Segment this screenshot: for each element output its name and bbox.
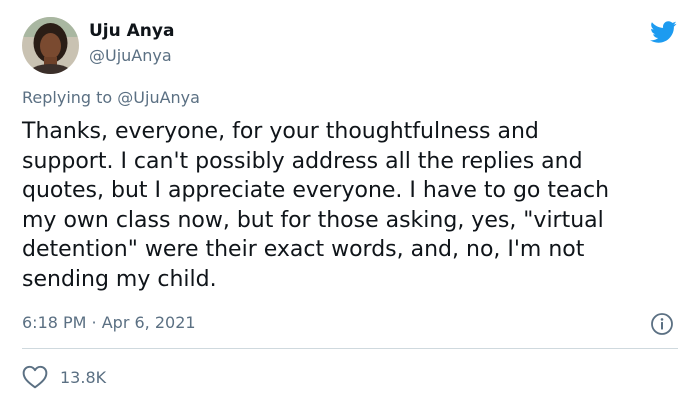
info-icon[interactable] xyxy=(650,312,674,336)
replying-to-prefix: Replying to xyxy=(22,88,118,107)
tweet-timestamp[interactable]: 6:18 PM · Apr 6, 2021 xyxy=(22,313,196,332)
twitter-bird-icon[interactable] xyxy=(647,18,679,46)
like-button[interactable]: 13.8K xyxy=(22,362,106,392)
tweet-text: Thanks, everyone, for your thoughtfulnes… xyxy=(22,119,610,292)
replying-to-mention[interactable]: @UjuAnya xyxy=(117,88,200,107)
author-handle[interactable]: @UjuAnya xyxy=(89,46,172,65)
replying-to: Replying to @UjuAnya xyxy=(22,88,200,107)
author-display-name[interactable]: Uju Anya xyxy=(89,21,174,41)
like-count: 13.8K xyxy=(60,367,107,387)
avatar[interactable] xyxy=(22,17,79,74)
divider xyxy=(22,348,678,349)
heart-icon xyxy=(22,365,48,389)
